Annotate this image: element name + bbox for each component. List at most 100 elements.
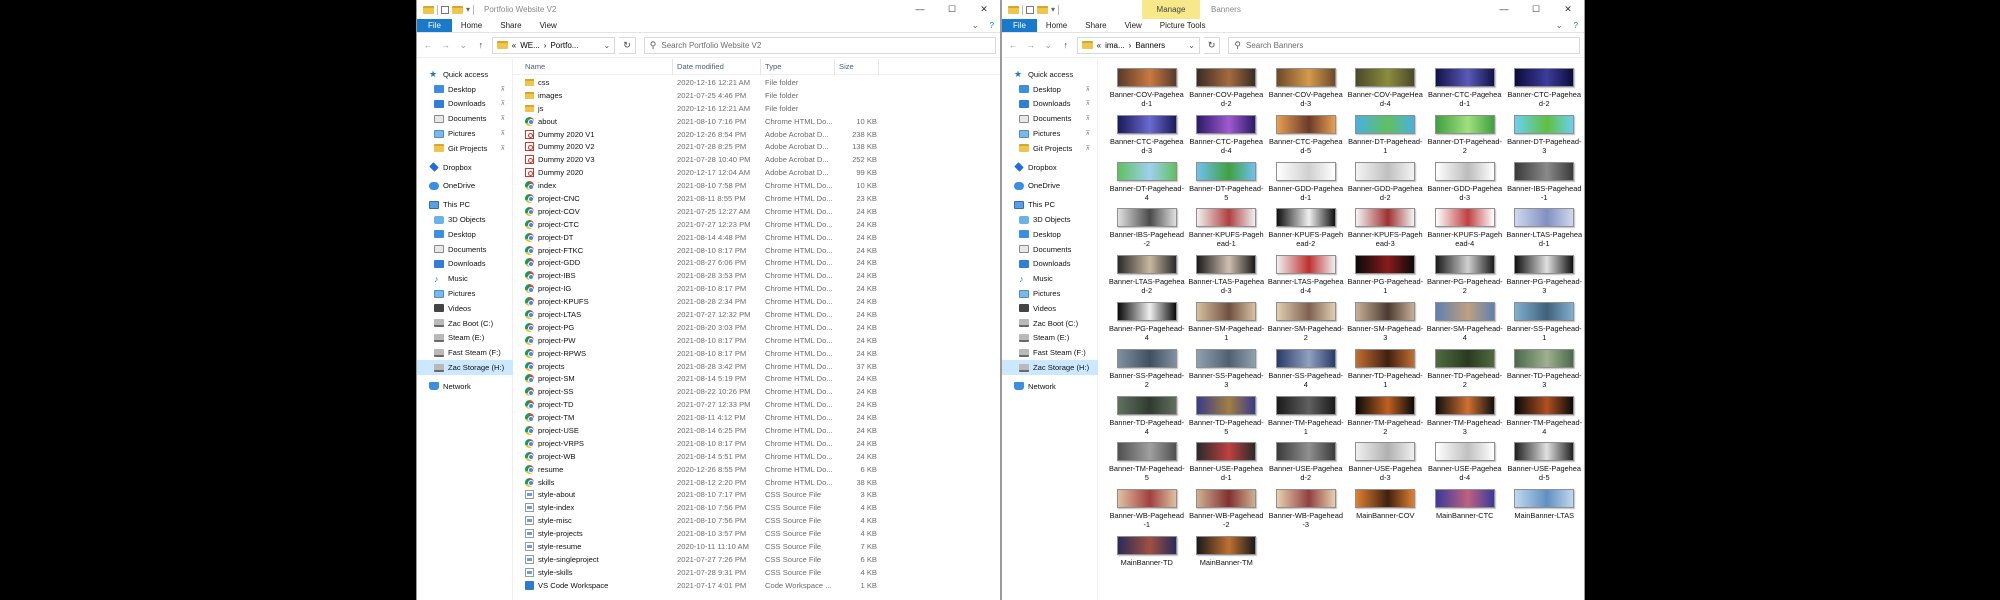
- file-row[interactable]: project-VRPS 2021-08-10 8:17 PM Chrome HTM…: [513, 437, 1000, 450]
- image-tile[interactable]: MainBanner-TM: [1187, 535, 1267, 582]
- image-thumbnail[interactable]: [1116, 255, 1177, 275]
- file-row[interactable]: resume 2020-12-26 8:55 PM Chrome HTML Do..…: [513, 463, 1000, 476]
- file-row[interactable]: css 2020-12-16 12:21 AM File folder: [513, 76, 1000, 89]
- image-thumbnail[interactable]: [1514, 68, 1575, 87]
- up-arrow-icon[interactable]: ↑: [1059, 40, 1073, 50]
- file-row[interactable]: js 2020-12-16 12:21 AM File folder: [513, 102, 1000, 115]
- image-thumbnail[interactable]: [1196, 442, 1257, 462]
- minimize-button[interactable]: —: [1488, 0, 1520, 19]
- image-tile[interactable]: Banner-LTAS-Pagehead-2: [1107, 254, 1187, 301]
- image-tile[interactable]: Banner-USE-Pagehead-3: [1346, 441, 1426, 488]
- nav-item-downloads[interactable]: Downloads: [1002, 257, 1098, 272]
- image-tile[interactable]: Banner-TD-Pagehead-1: [1346, 348, 1426, 395]
- image-thumbnail[interactable]: [1434, 301, 1495, 321]
- image-tile[interactable]: Banner-DT-Pagehead-4: [1107, 161, 1187, 208]
- file-row[interactable]: VS Code Workspace 2021-07-17 4:01 PM Code …: [513, 579, 1000, 592]
- file-row[interactable]: project-PW 2021-08-10 8:17 PM Chrome HTML …: [513, 334, 1000, 347]
- image-thumbnail[interactable]: [1434, 161, 1495, 181]
- image-tile[interactable]: MainBanner-TD: [1107, 535, 1187, 582]
- image-thumbnail[interactable]: [1355, 208, 1416, 228]
- image-thumbnail[interactable]: [1514, 348, 1575, 368]
- recent-locations-icon[interactable]: ⌄: [456, 40, 470, 51]
- image-tile[interactable]: Banner-TM-Pagehead-4: [1505, 395, 1585, 442]
- image-tile[interactable]: Banner-KPUFS-Pagehead-1: [1187, 207, 1267, 254]
- image-tile[interactable]: Banner-COV-Pagehead-2: [1187, 67, 1267, 114]
- image-thumbnail[interactable]: [1434, 442, 1495, 462]
- image-thumbnail[interactable]: [1514, 489, 1575, 509]
- image-tile[interactable]: Banner-TD-Pagehead-3: [1505, 348, 1585, 395]
- image-tile[interactable]: Banner-LTAS-Pagehead-1: [1505, 207, 1585, 254]
- file-row[interactable]: project-CTC 2021-07-27 12:23 PM Chrome HTM…: [513, 218, 1000, 231]
- image-tile[interactable]: Banner-TM-Pagehead-2: [1346, 395, 1426, 442]
- nav-item-documents[interactable]: Documents: [1002, 242, 1098, 257]
- file-row[interactable]: style-singleproject 2021-07-27 7:26 PM CSS…: [513, 553, 1000, 566]
- image-thumbnail[interactable]: [1355, 489, 1416, 509]
- nav-item-quick-access[interactable]: ★ Quick access: [417, 67, 513, 82]
- image-tile[interactable]: Banner-GDD-Pagehead-3: [1425, 161, 1505, 208]
- image-tile[interactable]: Banner-SM-Pagehead-2: [1266, 301, 1346, 348]
- refresh-icon[interactable]: ↻: [619, 36, 636, 54]
- tab-picture-tools[interactable]: Picture Tools: [1151, 19, 1215, 32]
- image-thumbnail[interactable]: [1196, 535, 1257, 555]
- chevron-down-icon[interactable]: ⌄: [1188, 41, 1195, 50]
- image-tile[interactable]: MainBanner-CTC: [1425, 488, 1505, 535]
- file-row[interactable]: Dummy 2020 2020-12-17 12:04 AM Adobe Acrob…: [513, 166, 1000, 179]
- image-thumbnail[interactable]: [1116, 535, 1177, 555]
- file-row[interactable]: Dummy 2020 V3 2021-07-28 10:40 PM Adobe Ac…: [513, 153, 1000, 166]
- image-thumbnail[interactable]: [1116, 114, 1177, 134]
- image-thumbnail[interactable]: [1116, 301, 1177, 321]
- expand-ribbon-icon[interactable]: ⌄: [967, 19, 984, 32]
- manage-contextual-tab[interactable]: Manage: [1142, 0, 1200, 19]
- image-tile[interactable]: Banner-TD-Pagehead-2: [1425, 348, 1505, 395]
- image-thumbnail[interactable]: [1116, 348, 1177, 368]
- nav-item-documents[interactable]: Documents ⊼: [1002, 111, 1098, 126]
- image-tile[interactable]: Banner-SM-Pagehead-3: [1346, 301, 1426, 348]
- image-thumbnail[interactable]: [1434, 208, 1495, 228]
- image-tile[interactable]: MainBanner-COV: [1346, 488, 1426, 535]
- forward-arrow-icon[interactable]: →: [439, 40, 453, 50]
- image-thumbnail[interactable]: [1116, 395, 1177, 415]
- file-row[interactable]: project-GDD 2021-08-27 6:06 PM Chrome HTML…: [513, 256, 1000, 269]
- image-thumbnail[interactable]: [1196, 161, 1257, 181]
- file-row[interactable]: project-FTKC 2021-08-10 8:17 PM Chrome HTM…: [513, 244, 1000, 257]
- tab-home[interactable]: Home: [1037, 19, 1076, 32]
- image-thumbnail[interactable]: [1514, 301, 1575, 321]
- image-tile[interactable]: Banner-WB-Pagehead-1: [1107, 488, 1187, 535]
- image-tile[interactable]: Banner-CTC-Pagehead-2: [1505, 67, 1585, 114]
- tab-view[interactable]: View: [1116, 19, 1151, 32]
- image-thumbnail[interactable]: [1355, 395, 1416, 415]
- image-tile[interactable]: Banner-DT-Pagehead-1: [1346, 114, 1426, 161]
- image-tile[interactable]: Banner-COV-PageHead-4: [1346, 67, 1426, 114]
- back-arrow-icon[interactable]: ←: [421, 40, 435, 50]
- nav-item-this-pc[interactable]: This PC: [1002, 197, 1098, 212]
- image-thumbnail[interactable]: [1116, 208, 1177, 228]
- image-tile[interactable]: Banner-COV-Pagehead-1: [1107, 67, 1187, 114]
- file-row[interactable]: Dummy 2020 V1 2020-12-26 8:54 PM Adobe Acr…: [513, 128, 1000, 141]
- image-tile[interactable]: Banner-SM-Pagehead-4: [1425, 301, 1505, 348]
- file-row[interactable]: project-TM 2021-08-11 4:12 PM Chrome HTML …: [513, 411, 1000, 424]
- file-row[interactable]: project-LTAS 2021-07-27 12:32 PM Chrome HT…: [513, 308, 1000, 321]
- file-row[interactable]: style-skills 2021-07-28 9:31 PM CSS Source…: [513, 566, 1000, 579]
- image-tile[interactable]: Banner-PG-Pagehead-3: [1505, 254, 1585, 301]
- image-tile[interactable]: Banner-LTAS-Pagehead-4: [1266, 254, 1346, 301]
- tab-share[interactable]: Share: [491, 19, 530, 32]
- nav-item-videos[interactable]: Videos: [417, 301, 513, 316]
- breadcrumb-item[interactable]: Portfo...: [550, 41, 578, 50]
- image-tile[interactable]: Banner-KPUFS-Pagehead-4: [1425, 207, 1505, 254]
- column-header-type[interactable]: Type: [761, 59, 835, 75]
- nav-item-dropbox[interactable]: Dropbox: [417, 160, 513, 175]
- nav-item-documents[interactable]: Documents ⊼: [417, 111, 513, 126]
- image-tile[interactable]: Banner-TM-Pagehead-1: [1266, 395, 1346, 442]
- nav-item-videos[interactable]: Videos: [1002, 301, 1098, 316]
- nav-item-documents[interactable]: Documents: [417, 242, 513, 257]
- file-row[interactable]: project-SM 2021-08-14 5:19 PM Chrome HTML …: [513, 372, 1000, 385]
- image-thumbnail[interactable]: [1116, 161, 1177, 181]
- image-thumbnail[interactable]: [1514, 255, 1575, 275]
- nav-item-network[interactable]: Network: [1002, 379, 1098, 394]
- image-thumbnail[interactable]: [1196, 255, 1257, 275]
- nav-item-zac-boot-c[interactable]: Zac Boot (C:): [417, 316, 513, 331]
- file-row[interactable]: project-IBS 2021-08-28 3:53 PM Chrome HTML…: [513, 269, 1000, 282]
- address-bar[interactable]: « WE... › Portfo... ⌄: [491, 36, 616, 54]
- image-thumbnail[interactable]: [1196, 68, 1257, 87]
- nav-item-desktop[interactable]: Desktop: [1002, 227, 1098, 242]
